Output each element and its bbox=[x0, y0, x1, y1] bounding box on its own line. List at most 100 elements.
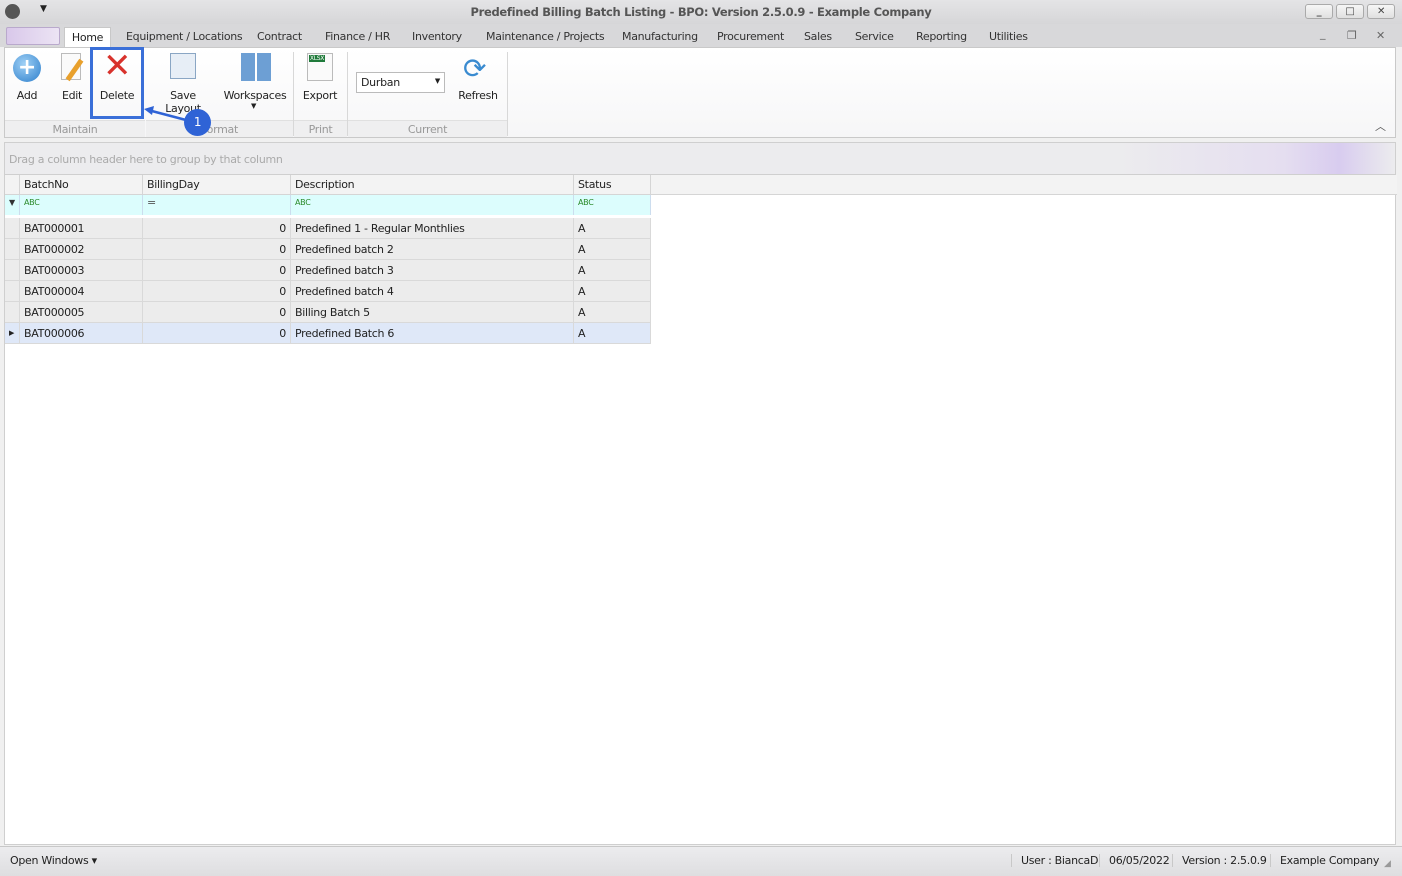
row-indicator[interactable]: ▶ bbox=[5, 323, 20, 344]
export-label: Export bbox=[302, 89, 338, 102]
cell-description[interactable]: Predefined batch 3 bbox=[291, 260, 574, 281]
close-button[interactable]: ✕ bbox=[1367, 4, 1395, 19]
cell-description[interactable]: Predefined 1 - Regular Monthlies bbox=[291, 218, 574, 239]
mdi-close-icon[interactable]: ✕ bbox=[1376, 29, 1385, 42]
cell-batchno[interactable]: BAT000002 bbox=[20, 239, 143, 260]
cell-billingday[interactable]: 0 bbox=[143, 323, 291, 344]
table-row[interactable]: BAT000003 0 Predefined batch 3A bbox=[5, 260, 651, 281]
tab-maintenance-projects[interactable]: Maintenance / Projects bbox=[486, 30, 605, 43]
annotation-arrow bbox=[144, 106, 187, 122]
filter-billingday[interactable]: = bbox=[143, 195, 291, 215]
cell-billingday[interactable]: 0 bbox=[143, 281, 291, 302]
cell-description[interactable]: Predefined batch 2 bbox=[291, 239, 574, 260]
filter-status[interactable]: ABC bbox=[574, 195, 651, 215]
row-indicator[interactable] bbox=[5, 260, 20, 281]
export-xlsx-icon: XLSX bbox=[307, 53, 333, 81]
status-user: User : BiancaD bbox=[1011, 854, 1107, 867]
open-windows-button[interactable]: Open Windows ▾ bbox=[10, 854, 97, 867]
row-indicator-header bbox=[5, 175, 20, 195]
mdi-restore-icon[interactable]: ❐ bbox=[1347, 29, 1357, 42]
status-company: Example Company bbox=[1270, 854, 1388, 867]
table-row[interactable]: BAT000001 0 Predefined 1 - Regular Monthli… bbox=[5, 218, 651, 239]
tab-manufacturing[interactable]: Manufacturing bbox=[622, 30, 698, 43]
column-header-description[interactable]: Description bbox=[291, 175, 574, 195]
group-print: Print bbox=[294, 120, 347, 137]
cell-batchno[interactable]: BAT000005 bbox=[20, 302, 143, 323]
table-row[interactable]: ▶ BAT000006 0 Predefined Batch 6A bbox=[5, 323, 651, 344]
tab-home[interactable]: Home bbox=[64, 27, 111, 48]
menu-tabs: Equipment / Locations Contract Finance /… bbox=[0, 24, 1402, 47]
cell-status[interactable]: A bbox=[574, 281, 651, 302]
tab-procurement[interactable]: Procurement bbox=[717, 30, 784, 43]
tab-contract[interactable]: Contract bbox=[257, 30, 302, 43]
cell-batchno[interactable]: BAT000006 bbox=[20, 323, 143, 344]
status-bar: Open Windows ▾ User : BiancaD 06/05/2022… bbox=[0, 846, 1402, 876]
application-menu-button[interactable] bbox=[6, 27, 60, 45]
tab-finance-hr[interactable]: Finance / HR bbox=[325, 30, 390, 43]
tab-equipment-locations[interactable]: Equipment / Locations bbox=[126, 30, 243, 43]
cell-description[interactable]: Billing Batch 5 bbox=[291, 302, 574, 323]
collapse-ribbon-icon[interactable]: ︿ bbox=[1375, 118, 1386, 134]
cell-billingday[interactable]: 0 bbox=[143, 239, 291, 260]
divider bbox=[507, 52, 508, 136]
cell-billingday[interactable]: 0 bbox=[143, 260, 291, 281]
cell-description[interactable]: Predefined batch 4 bbox=[291, 281, 574, 302]
cell-batchno[interactable]: BAT000001 bbox=[20, 218, 143, 239]
table-row[interactable]: BAT000005 0 Billing Batch 5A bbox=[5, 302, 651, 323]
cell-status[interactable]: A bbox=[574, 302, 651, 323]
window-title: Predefined Billing Batch Listing - BPO: … bbox=[470, 5, 932, 19]
row-indicator[interactable] bbox=[5, 218, 20, 239]
refresh-label: Refresh bbox=[458, 89, 498, 102]
maximize-button[interactable]: □ bbox=[1336, 4, 1364, 19]
row-indicator[interactable] bbox=[5, 281, 20, 302]
minimize-button[interactable]: _ bbox=[1305, 4, 1333, 19]
data-grid: BatchNo BillingDay Description Status ▼ … bbox=[4, 175, 1397, 845]
cell-status[interactable]: A bbox=[574, 323, 651, 344]
edit-document-icon bbox=[61, 53, 84, 82]
tab-sales[interactable]: Sales bbox=[804, 30, 832, 43]
cell-status[interactable]: A bbox=[574, 260, 651, 281]
status-date: 06/05/2022 bbox=[1099, 854, 1178, 867]
edit-label: Edit bbox=[61, 89, 83, 102]
cell-batchno[interactable]: BAT000003 bbox=[20, 260, 143, 281]
refresh-icon: ⟳ bbox=[463, 52, 487, 85]
cell-status[interactable]: A bbox=[574, 239, 651, 260]
header-filler bbox=[651, 175, 1397, 195]
export-button[interactable]: XLSX Export bbox=[299, 48, 341, 118]
group-maintain: Maintain bbox=[5, 120, 145, 137]
column-header-batchno[interactable]: BatchNo bbox=[20, 175, 143, 195]
workspaces-icon bbox=[241, 53, 271, 81]
tab-service[interactable]: Service bbox=[855, 30, 894, 43]
branch-select[interactable]: Durban ▼ bbox=[356, 72, 445, 93]
tab-utilities[interactable]: Utilities bbox=[989, 30, 1028, 43]
cell-billingday[interactable]: 0 bbox=[143, 218, 291, 239]
cell-description[interactable]: Predefined Batch 6 bbox=[291, 323, 574, 344]
workspaces-button[interactable]: Workspaces ▼ bbox=[223, 48, 287, 118]
filter-icon: ▼ bbox=[5, 195, 20, 215]
filter-batchno[interactable]: ABC bbox=[20, 195, 143, 215]
cell-status[interactable]: A bbox=[574, 218, 651, 239]
save-layout-icon bbox=[170, 53, 196, 79]
tab-reporting[interactable]: Reporting bbox=[916, 30, 967, 43]
title-bar: ▼ Predefined Billing Batch Listing - BPO… bbox=[0, 0, 1402, 24]
status-version: Version : 2.5.0.9 bbox=[1172, 854, 1276, 867]
mdi-minimize-icon[interactable]: _ bbox=[1320, 27, 1326, 40]
tab-inventory[interactable]: Inventory bbox=[412, 30, 462, 43]
group-by-panel[interactable]: Drag a column header here to group by th… bbox=[4, 142, 1396, 175]
table-row[interactable]: BAT000002 0 Predefined batch 2A bbox=[5, 239, 651, 260]
delete-highlight-box bbox=[90, 47, 144, 119]
cell-billingday[interactable]: 0 bbox=[143, 302, 291, 323]
edit-button[interactable]: Edit bbox=[53, 48, 91, 118]
group-current: Current bbox=[348, 120, 507, 137]
ribbon: + Add Edit ✕ Delete Save Layout Workspac… bbox=[4, 46, 1396, 138]
column-header-billingday[interactable]: BillingDay bbox=[143, 175, 291, 195]
row-indicator[interactable] bbox=[5, 302, 20, 323]
row-indicator[interactable] bbox=[5, 239, 20, 260]
resize-grip-icon[interactable]: ◢ bbox=[1384, 859, 1391, 869]
cell-batchno[interactable]: BAT000004 bbox=[20, 281, 143, 302]
table-row[interactable]: BAT000004 0 Predefined batch 4A bbox=[5, 281, 651, 302]
filter-description[interactable]: ABC bbox=[291, 195, 574, 215]
refresh-button[interactable]: ⟳ Refresh bbox=[455, 48, 501, 118]
add-button[interactable]: + Add bbox=[9, 48, 45, 118]
column-header-status[interactable]: Status bbox=[574, 175, 651, 195]
